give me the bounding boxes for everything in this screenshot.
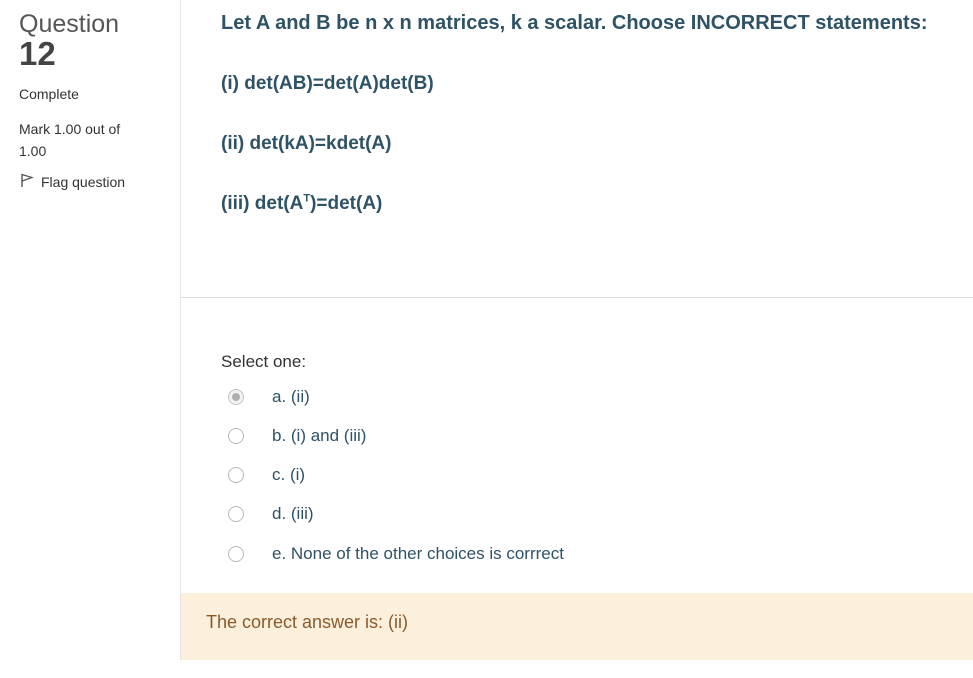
option-label-b[interactable]: b. (i) and (iii) (272, 426, 366, 446)
question-label: Question (19, 10, 120, 38)
question-state: Complete (19, 86, 79, 102)
question-number: 12 (19, 35, 56, 72)
radio-option-d[interactable] (228, 506, 244, 522)
select-one-prompt: Select one: (221, 352, 307, 371)
statement-iii-prefix: (iii) det(A (221, 193, 304, 214)
flag-question-label: Flag question (41, 173, 126, 190)
radio-option-b[interactable] (228, 428, 244, 444)
answer-option-d[interactable]: d. (iii) (221, 501, 781, 527)
statement-ii: (ii) det(kA)=kdet(A) (221, 133, 392, 154)
flag-question-link[interactable]: Flag question (19, 172, 125, 191)
option-label-e[interactable]: e. None of the other choices is corrrect (272, 544, 564, 564)
radio-option-e[interactable] (228, 546, 244, 562)
radio-option-c[interactable] (228, 467, 244, 483)
radio-option-a[interactable] (228, 389, 244, 405)
right-answer-feedback: The correct answer is: (ii) (181, 593, 973, 660)
answer-option-e[interactable]: e. None of the other choices is corrrect (221, 541, 781, 567)
option-label-a[interactable]: a. (ii) (272, 387, 310, 407)
statement-i: (i) det(AB)=det(A)det(B) (221, 73, 434, 94)
answer-option-a[interactable]: a. (ii) (221, 384, 781, 410)
option-label-c[interactable]: c. (i) (272, 465, 305, 485)
statement-iii-suffix: )=det(A) (310, 193, 383, 214)
question-info-panel: Question 12 Complete Mark 1.00 out of 1.… (0, 0, 180, 678)
answer-option-b[interactable]: b. (i) and (iii) (221, 423, 781, 449)
section-divider (181, 297, 973, 298)
answer-option-c[interactable]: c. (i) (221, 462, 781, 488)
flag-icon (19, 172, 35, 191)
question-content: Let A and B be n x n matrices, k a scala… (180, 0, 973, 660)
statement-iii: (iii) det(AT)=det(A) (221, 193, 382, 215)
right-answer-text: The correct answer is: (ii) (206, 612, 409, 632)
question-grade: Mark 1.00 out of 1.00 (19, 121, 121, 159)
option-label-d[interactable]: d. (iii) (272, 504, 314, 524)
question-prompt-text: Let A and B be n x n matrices, k a scala… (221, 12, 928, 34)
